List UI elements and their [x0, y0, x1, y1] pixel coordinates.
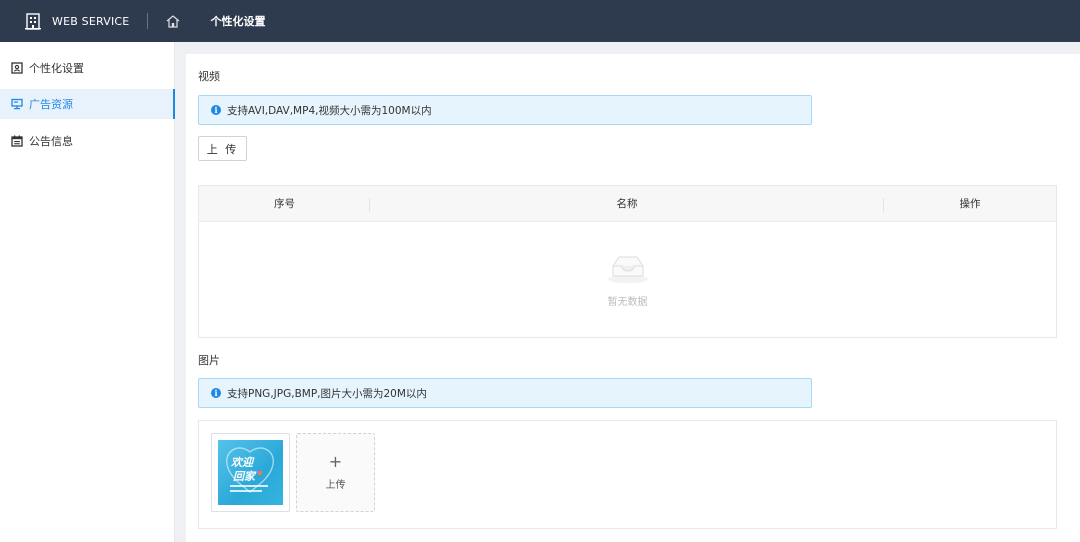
home-icon[interactable]: [166, 14, 180, 28]
image-alert-text: 支持PNG,JPG,BMP,图片大小需为20M以内: [227, 387, 427, 400]
main-panel: 视频 i 支持AVI,DAV,MP4,视频大小需为100M以内 上 传 序号 名…: [186, 54, 1080, 542]
sidebar: 个性化设置 广告资源 公告信息: [0, 42, 175, 542]
info-icon: i: [211, 105, 221, 115]
sidebar-item-label: 广告资源: [29, 98, 73, 111]
video-section-title: 视频: [198, 70, 220, 83]
brand[interactable]: WEB SERVICE: [24, 0, 129, 42]
plus-icon: +: [328, 452, 343, 471]
video-info-alert: i 支持AVI,DAV,MP4,视频大小需为100M以内: [198, 95, 812, 125]
image-upload-button[interactable]: + 上传: [296, 433, 375, 512]
sidebar-item-label: 个性化设置: [29, 62, 84, 75]
brand-name: WEB SERVICE: [52, 14, 130, 28]
sidebar-item-personalization[interactable]: 个性化设置: [0, 53, 175, 83]
sidebar-item-ad-resources[interactable]: 广告资源: [0, 89, 175, 119]
top-header: WEB SERVICE 个性化设置: [0, 0, 1080, 42]
header-divider: [147, 13, 149, 29]
column-header-index: 序号: [199, 196, 370, 212]
monitor-icon: [10, 98, 23, 111]
image-info-alert: i 支持PNG,JPG,BMP,图片大小需为20M以内: [198, 378, 812, 408]
column-header-actions: 操作: [959, 198, 981, 210]
building-icon: [24, 12, 42, 30]
image-thumbnail[interactable]: 欢迎 回家: [211, 433, 290, 512]
empty-text: 暂无数据: [607, 296, 648, 308]
image-section-title: 图片: [198, 354, 220, 367]
video-table: 序号 名称 操作 暂无数据: [198, 185, 1057, 338]
welcome-poster-image: 欢迎 回家: [218, 440, 283, 505]
video-alert-text: 支持AVI,DAV,MP4,视频大小需为100M以内: [227, 104, 432, 117]
empty-inbox-icon: [605, 252, 651, 287]
thumb-text-home: 回家: [233, 470, 255, 483]
sidebar-item-label: 公告信息: [29, 135, 73, 148]
sidebar-item-announcements[interactable]: 公告信息: [0, 126, 175, 156]
calendar-icon: [10, 135, 23, 148]
video-upload-button[interactable]: 上 传: [198, 136, 247, 161]
column-header-name: 名称: [370, 196, 884, 212]
info-icon: i: [211, 388, 221, 398]
table-header: 序号 名称 操作: [199, 186, 1056, 222]
image-upload-area: 欢迎 回家 + 上传: [198, 420, 1057, 529]
table-empty-state: 暂无数据: [199, 222, 1056, 337]
header-page-title: 个性化设置: [210, 15, 266, 28]
upload-label: 上传: [325, 480, 346, 491]
id-card-icon: [10, 62, 23, 75]
